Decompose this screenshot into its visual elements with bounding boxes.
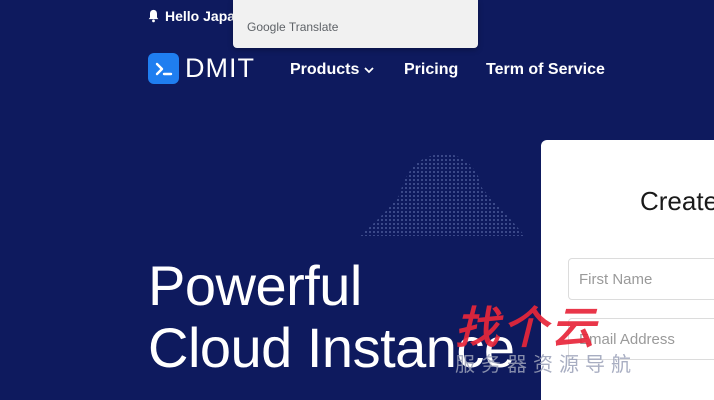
signup-title: Create xyxy=(640,186,714,216)
announcement-bar[interactable]: Hello Japa xyxy=(147,7,235,25)
google-translate-popup[interactable]: Google Translate xyxy=(233,0,478,48)
signup-card: Create xyxy=(541,140,714,400)
bell-icon xyxy=(148,9,159,23)
nav-products-label: Products xyxy=(290,61,360,78)
announcement-text: Hello Japa xyxy=(165,8,236,24)
email-input[interactable] xyxy=(568,318,714,360)
nav-tos-label: Term of Service xyxy=(486,61,605,78)
nav-term-of-service[interactable]: Term of Service xyxy=(486,60,605,80)
terminal-icon xyxy=(148,53,179,84)
site-logo[interactable]: DMIT xyxy=(148,53,255,84)
nav-pricing[interactable]: Pricing xyxy=(404,60,458,80)
google-translate-label: Google Translate xyxy=(247,20,339,34)
first-name-input[interactable] xyxy=(568,258,714,300)
hero-line-2: Cloud Instance xyxy=(148,316,515,379)
nav-products[interactable]: Products xyxy=(290,60,374,80)
chevron-down-icon xyxy=(364,66,374,73)
hero-heading: Powerful Cloud Instance xyxy=(148,255,515,379)
dotted-cloud-decoration xyxy=(360,154,525,236)
hero-line-1: Powerful xyxy=(148,254,362,317)
nav-pricing-label: Pricing xyxy=(404,61,459,78)
brand-name: DMIT xyxy=(185,53,255,83)
